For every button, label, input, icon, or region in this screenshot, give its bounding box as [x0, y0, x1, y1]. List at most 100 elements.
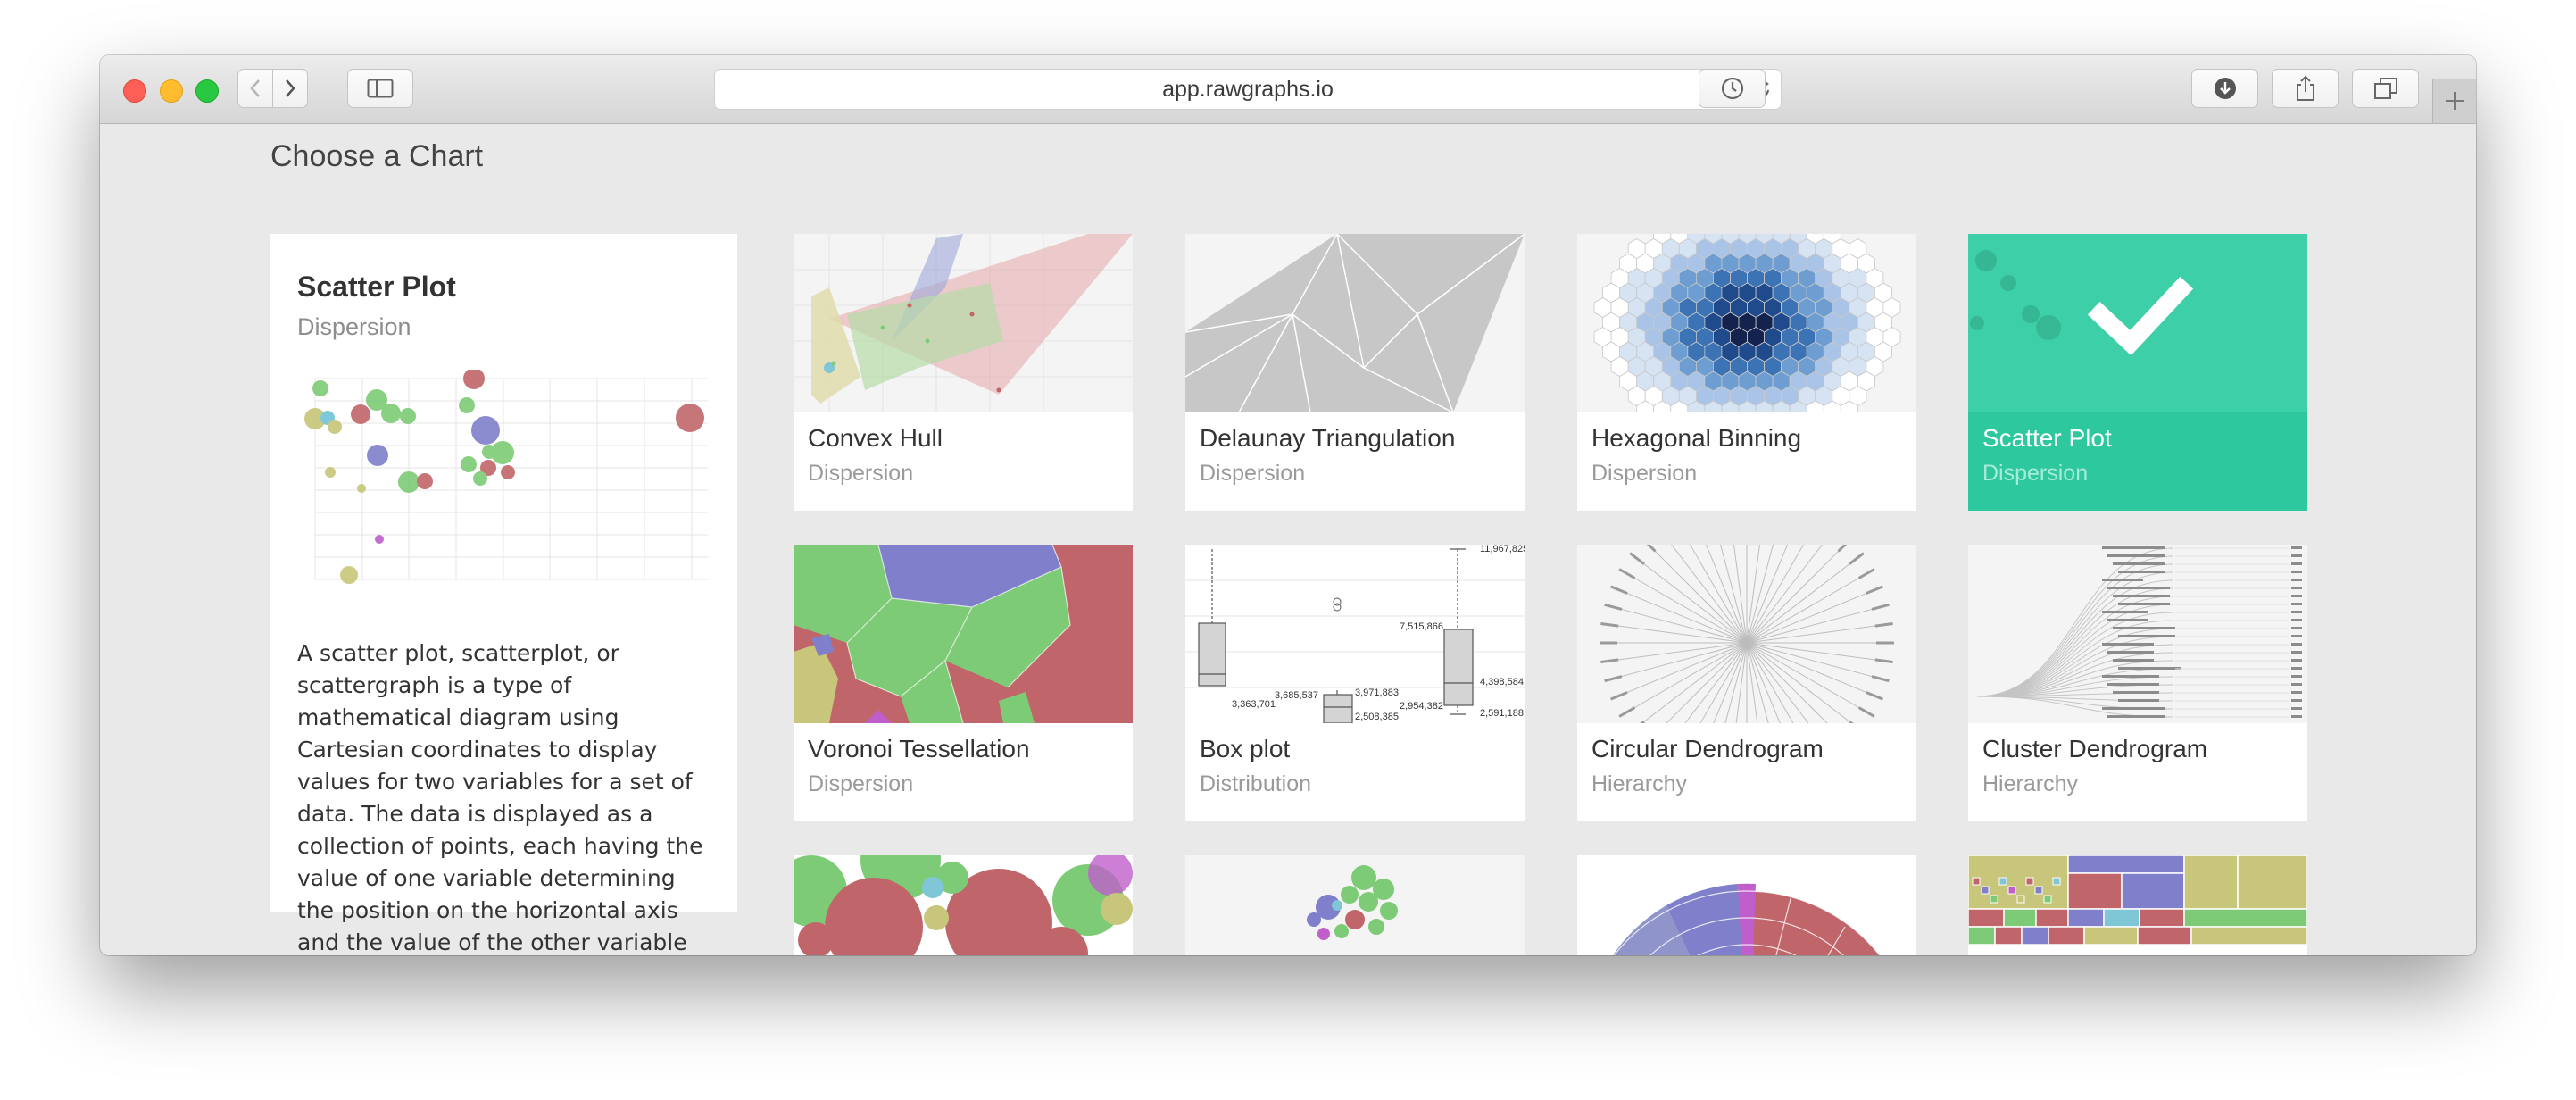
- treemap-cell: [2035, 908, 2069, 928]
- dendrogram-branch: [1746, 575, 1864, 644]
- dendrogram-branch: [1746, 607, 1877, 644]
- dendrogram-leaf: [1866, 585, 1884, 595]
- treemap-cell: [2067, 855, 2185, 874]
- chart-card-name: Box plot: [1200, 735, 1291, 762]
- circular-dendrogram-thumbnail: [1577, 545, 1916, 723]
- cluster-leaf-value: [2291, 707, 2302, 710]
- forward-button[interactable]: [272, 69, 308, 108]
- browser-toolbar: app.rawgraphs.io: [100, 55, 2476, 124]
- convex-hull-thumbnail: [794, 234, 1133, 412]
- chart-card-treemap[interactable]: [1968, 855, 2307, 955]
- delaunay-thumbnail: [1185, 234, 1525, 412]
- dendrogram-branch: [1630, 575, 1748, 644]
- dendrogram-leaf: [1609, 691, 1628, 701]
- scatter-plot-preview: [304, 370, 708, 584]
- cluster-leaf-value: [2291, 603, 2302, 605]
- treemap-cell: [2025, 877, 2034, 886]
- chart-card-circle-packing[interactable]: [794, 855, 1133, 955]
- chart-card-category: Distribution: [1200, 771, 1312, 796]
- new-tab-button[interactable]: [2432, 79, 2476, 123]
- cluster-leaf-value: [2291, 651, 2302, 654]
- share-button[interactable]: [2272, 69, 2339, 108]
- dendrogram-leaf: [1871, 675, 1890, 683]
- new-tab-icon: [2446, 92, 2464, 110]
- chart-card-category: Dispersion: [808, 461, 914, 486]
- chart-card-hexagonal-binning[interactable]: Hexagonal Binning Dispersion: [1577, 234, 1916, 511]
- treemap-cell: [2183, 908, 2307, 928]
- back-button[interactable]: [237, 69, 273, 108]
- dendrogram-branch: [1623, 642, 1748, 695]
- treemap-cell: [2183, 855, 2239, 910]
- chart-card-circular-dendrogram[interactable]: Circular Dendrogram Hierarchy: [1577, 545, 1916, 821]
- dendrogram-branch: [1720, 545, 1748, 644]
- dendrogram-branch: [1746, 642, 1871, 695]
- dendrogram-leaf: [1618, 568, 1636, 579]
- forward-icon: [286, 79, 295, 97]
- treemap-cell: [2016, 895, 2025, 904]
- treemap-cell: [1990, 895, 1998, 904]
- dendrogram-branch: [1746, 642, 1794, 723]
- treemap-cell: [1998, 877, 2007, 886]
- cluster-leaf-value: [2291, 627, 2302, 629]
- dendrogram-leaf: [1849, 552, 1865, 565]
- chart-card-name: Cluster Dendrogram: [1982, 735, 2208, 762]
- dendrogram-branch: [1746, 545, 1824, 644]
- chart-card-name: Circular Dendrogram: [1591, 735, 1824, 762]
- history-button[interactable]: [1699, 69, 1766, 108]
- dendrogram-leaf: [1857, 706, 1875, 718]
- chart-card-convex-hull[interactable]: Convex Hull Dispersion: [794, 234, 1133, 511]
- cluster-leaf-label: [2102, 579, 2143, 581]
- treemap-cell: [2237, 855, 2307, 910]
- detail-description: A scatter plot, scatterplot, or scatterg…: [297, 640, 703, 955]
- checkmark-icon: [2087, 276, 2194, 356]
- chart-card-voronoi-tessellation[interactable]: Voronoi Tessellation Dispersion: [794, 545, 1133, 821]
- sunburst-thumbnail: [1577, 855, 1916, 955]
- chart-card-name: Delaunay Triangulation: [1200, 424, 1456, 452]
- chart-card-bubble-cluster[interactable]: [1185, 855, 1525, 955]
- chart-card-name: Convex Hull: [808, 424, 943, 452]
- bubble-cluster-thumbnail: [1185, 855, 1525, 955]
- dendrogram-branch: [1746, 545, 1774, 644]
- cluster-leaf-label: [2118, 603, 2170, 605]
- chart-card-name: Scatter Plot: [1982, 424, 2112, 452]
- dendrogram-leaf: [1609, 585, 1628, 595]
- chart-card-delaunay-triangulation[interactable]: Delaunay Triangulation Dispersion: [1185, 234, 1525, 511]
- dendrogram-leaf: [1876, 641, 1894, 645]
- treemap-cell: [2067, 908, 2105, 928]
- cluster-leaf-label: [2118, 571, 2165, 573]
- chart-card-category: Dispersion: [808, 771, 914, 796]
- cluster-leaf-label: [2107, 554, 2165, 557]
- cluster-leaf-label: [2113, 691, 2159, 694]
- chart-card-sunburst[interactable]: [1577, 855, 1916, 955]
- minimize-window-button[interactable]: [160, 79, 183, 103]
- treemap-thumbnail: [1968, 855, 2307, 955]
- box-label: 3,685,537: [1275, 690, 1318, 701]
- dendrogram-branch: [1616, 607, 1748, 644]
- box-label: 3,363,701: [1232, 699, 1276, 710]
- cluster-leaf-value: [2291, 699, 2302, 702]
- dendrogram-branch: [1630, 642, 1748, 711]
- cluster-leaf-value: [2291, 554, 2302, 557]
- cluster-leaf-label: [2102, 707, 2165, 710]
- dendrogram-leaf: [1874, 658, 1893, 663]
- dendrogram-branch: [1746, 547, 1842, 644]
- cluster-leaf-value: [2291, 675, 2302, 678]
- treemap-cell: [2021, 926, 2049, 946]
- chart-card-box-plot[interactable]: 11,967,825 7,515,866 4,398,584 3,971,883…: [1185, 545, 1525, 821]
- treemap-cell: [2190, 926, 2307, 946]
- detail-title: Scatter Plot: [297, 271, 456, 303]
- treemap-cell: [1972, 877, 1981, 886]
- show-tabs-button[interactable]: [2352, 69, 2419, 108]
- chart-card-name: Voronoi Tessellation: [808, 735, 1030, 762]
- detail-category: Dispersion: [297, 313, 411, 340]
- chart-card-cluster-dendrogram[interactable]: Cluster Dendrogram Hierarchy: [1968, 545, 2307, 821]
- zoom-window-button[interactable]: [195, 79, 219, 103]
- cluster-leaf-value: [2291, 579, 2302, 581]
- address-bar[interactable]: app.rawgraphs.io: [714, 69, 1782, 110]
- dendrogram-leaf: [1866, 691, 1884, 701]
- page-title: Choose a Chart: [270, 139, 484, 173]
- sidebar-toggle-button[interactable]: [347, 69, 413, 108]
- chart-card-scatter-plot[interactable]: Scatter Plot Dispersion: [1968, 234, 2307, 511]
- download-button[interactable]: [2191, 69, 2258, 108]
- close-window-button[interactable]: [123, 79, 146, 103]
